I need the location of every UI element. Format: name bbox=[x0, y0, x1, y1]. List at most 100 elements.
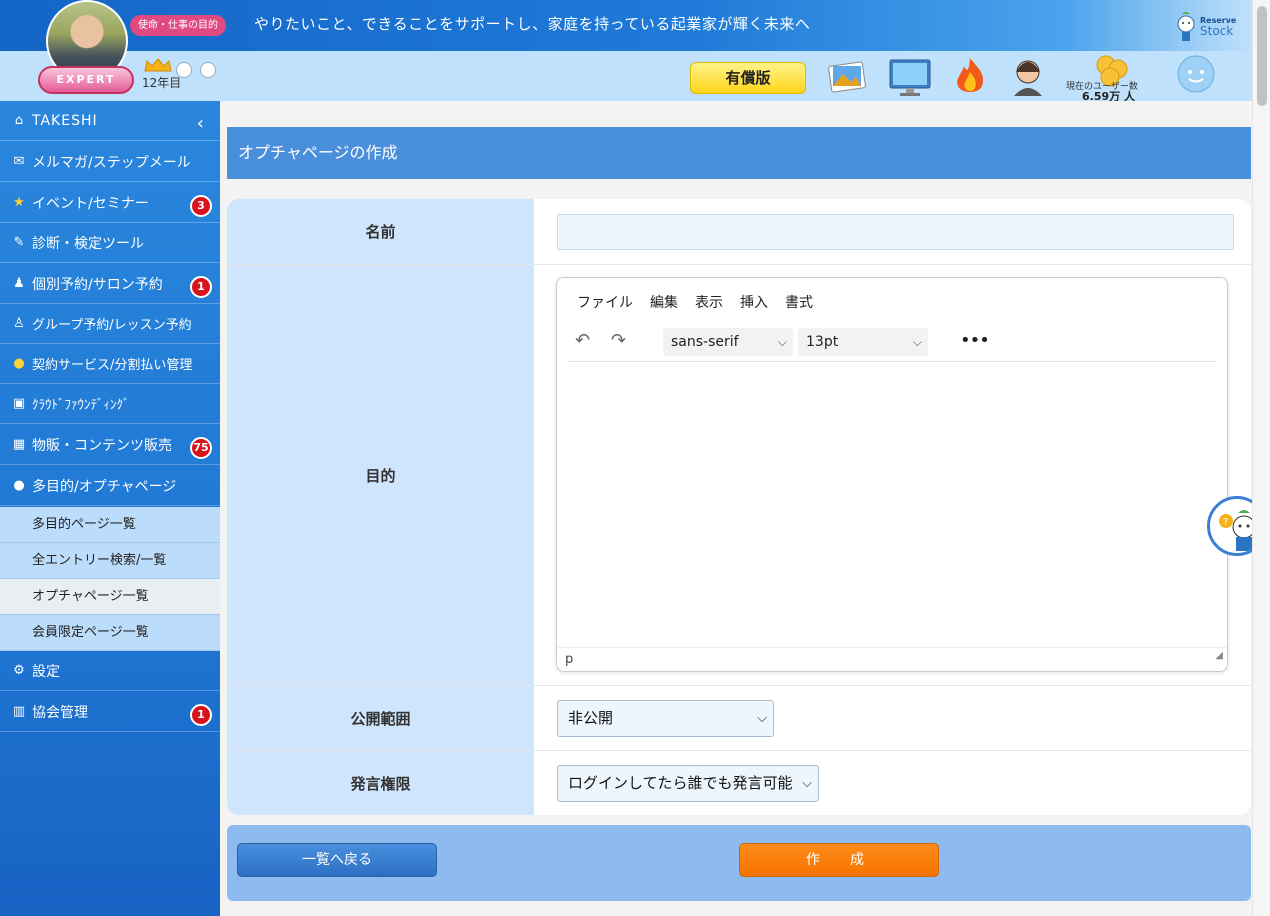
undo-icon[interactable]: ↶ bbox=[575, 330, 590, 351]
paid-version-button[interactable]: 有償版 bbox=[690, 62, 806, 94]
sidebar-item-group[interactable]: ♙ グループ予約/レッスン予約 bbox=[0, 304, 220, 344]
sidebar-item-label: グループ予約/レッスン予約 bbox=[32, 318, 192, 333]
sidebar-item-label: 多目的/オプチャページ bbox=[32, 478, 177, 495]
font-family-value: sans-serif bbox=[671, 334, 739, 350]
notification-badge: 1 bbox=[190, 704, 212, 726]
contract-icon: ● bbox=[13, 355, 25, 371]
menu-insert[interactable]: 挿入 bbox=[740, 292, 768, 312]
cart-icon: ▦ bbox=[12, 436, 26, 452]
chat-icon[interactable] bbox=[1174, 54, 1218, 96]
top-banner: 使命・仕事の目的 やりたいこと、できることをサポートし、家庭を持っている起業家が… bbox=[0, 0, 1252, 51]
person-icon: ♟ bbox=[13, 275, 25, 291]
gear-icon: ⚙ bbox=[13, 662, 25, 678]
redo-icon[interactable]: ↷ bbox=[611, 330, 626, 351]
page-scrollbar[interactable] bbox=[1252, 0, 1270, 916]
menu-view[interactable]: 表示 bbox=[695, 292, 723, 312]
sidebar: ⌂ TAKESHI ‹ ✉ メルマガ/ステップメール ★ イベント/セミナー 3… bbox=[0, 101, 220, 916]
subnav-entry-search[interactable]: 全エントリー検索/一覧 bbox=[0, 543, 220, 579]
rich-text-editor[interactable]: ファイル 編集 表示 挿入 書式 ↶ ↷ sans-serif ⌵ 13pt ⌵ bbox=[556, 277, 1228, 672]
chevron-down-icon: ⌵ bbox=[757, 711, 767, 726]
action-bar: 一覧へ戻る 作 成 bbox=[227, 825, 1251, 901]
form-row-purpose: 目的 ファイル 編集 表示 挿入 書式 ↶ ↷ sans-serif ⌵ 13p… bbox=[227, 265, 1251, 686]
editor-toolbar: ↶ ↷ sans-serif ⌵ 13pt ⌵ ••• bbox=[567, 326, 1217, 362]
permission-label: 発言権限 bbox=[227, 751, 534, 815]
sidebar-user[interactable]: ⌂ TAKESHI ‹ bbox=[0, 101, 220, 141]
sidebar-item-reservation[interactable]: ♟ 個別予約/サロン予約 1 bbox=[0, 264, 220, 304]
create-button[interactable]: 作 成 bbox=[739, 843, 939, 877]
svg-text:?: ? bbox=[1223, 517, 1228, 528]
visibility-value: 非公開 bbox=[568, 709, 614, 727]
sidebar-item-event[interactable]: ★ イベント/セミナー 3 bbox=[0, 183, 220, 223]
gallery-icon[interactable] bbox=[826, 56, 870, 98]
logo-tree-icon bbox=[1177, 12, 1195, 41]
sidebar-item-label: ｸﾗｳﾄﾞﾌｧｳﾝﾃﾞｨﾝｸﾞ bbox=[32, 398, 130, 413]
page-title: オプチャページの作成 bbox=[227, 127, 1251, 179]
crowdfunding-icon: ▣ bbox=[12, 395, 26, 411]
membership-years: 12年目 bbox=[142, 76, 182, 90]
mission-text: やりたいこと、できることをサポートし、家庭を持っている起業家が輝く未来へ bbox=[254, 15, 811, 33]
sidebar-item-multipurpose[interactable]: ● 多目的/オプチャページ bbox=[0, 466, 220, 506]
menu-file[interactable]: ファイル bbox=[577, 292, 633, 312]
notification-badge: 3 bbox=[190, 195, 212, 217]
editor-menubar: ファイル 編集 表示 挿入 書式 bbox=[577, 292, 813, 312]
main-content: オプチャページの作成 名前 目的 ファイル 編集 表示 挿入 書式 ↶ ↷ sa… bbox=[220, 101, 1252, 916]
sidebar-item-association[interactable]: ▥ 協会管理 1 bbox=[0, 692, 220, 732]
resize-handle-icon[interactable]: ◢ bbox=[1215, 644, 1223, 668]
chevron-down-icon: ⌵ bbox=[802, 776, 812, 791]
monitor-icon[interactable] bbox=[888, 56, 932, 98]
mascot-face-icon bbox=[200, 62, 216, 78]
more-options-icon[interactable]: ••• bbox=[960, 330, 990, 351]
collapse-sidebar-icon[interactable]: ‹ bbox=[197, 113, 204, 134]
sidebar-item-crowdfunding[interactable]: ▣ ｸﾗｳﾄﾞﾌｧｳﾝﾃﾞｨﾝｸﾞ bbox=[0, 384, 220, 424]
sidebar-item-sales[interactable]: ▦ 物販・コンテンツ販売 75 bbox=[0, 425, 220, 465]
scrollbar-thumb[interactable] bbox=[1257, 6, 1267, 106]
subnav-opcha-list[interactable]: オプチャページ一覧 bbox=[0, 579, 220, 615]
visibility-label: 公開範囲 bbox=[227, 686, 534, 750]
element-path[interactable]: p bbox=[565, 652, 573, 667]
create-form: 名前 目的 ファイル 編集 表示 挿入 書式 ↶ ↷ sans-serif ⌵ … bbox=[227, 199, 1251, 815]
form-row-name: 名前 bbox=[227, 199, 1251, 265]
sidebar-item-mail[interactable]: ✉ メルマガ/ステップメール bbox=[0, 142, 220, 182]
menu-edit[interactable]: 編集 bbox=[650, 292, 678, 312]
group-icon: ♙ bbox=[13, 315, 25, 331]
editor-statusbar: p ◢ bbox=[557, 647, 1227, 671]
building-icon: ▥ bbox=[12, 703, 26, 719]
permission-select[interactable]: ログインしてたら誰でも発言可能 ⌵ bbox=[557, 765, 819, 802]
sidebar-item-label: メルマガ/ステップメール bbox=[32, 154, 191, 171]
font-family-select[interactable]: sans-serif ⌵ bbox=[663, 328, 793, 356]
visibility-select[interactable]: 非公開 ⌵ bbox=[557, 700, 774, 737]
font-size-value: 13pt bbox=[806, 334, 839, 350]
fire-icon[interactable] bbox=[948, 56, 992, 98]
name-label: 名前 bbox=[227, 199, 534, 264]
sidebar-user-name: TAKESHI bbox=[32, 112, 98, 129]
font-size-select[interactable]: 13pt ⌵ bbox=[798, 328, 928, 356]
notification-badge: 1 bbox=[190, 276, 212, 298]
sidebar-item-label: 診断・検定ツール bbox=[32, 235, 144, 252]
logo-text-stock: Stock bbox=[1200, 24, 1234, 38]
purpose-label: 目的 bbox=[227, 265, 534, 685]
subnav-multipurpose-list[interactable]: 多目的ページ一覧 bbox=[0, 507, 220, 543]
home-icon: ⌂ bbox=[14, 112, 24, 128]
star-icon: ★ bbox=[13, 194, 25, 210]
menu-format[interactable]: 書式 bbox=[785, 292, 813, 312]
sidebar-item-label: 契約サービス/分割払い管理 bbox=[32, 358, 193, 373]
chevron-down-icon: ⌵ bbox=[912, 335, 922, 349]
support-operator-icon[interactable] bbox=[1006, 56, 1050, 98]
crown-icon bbox=[144, 58, 172, 72]
mail-icon: ✉ bbox=[13, 153, 25, 169]
form-row-permission: 発言権限 ログインしてたら誰でも発言可能 ⌵ bbox=[227, 751, 1251, 815]
notification-badge: 75 bbox=[190, 437, 212, 459]
mission-badge: 使命・仕事の目的 bbox=[130, 15, 226, 36]
reserve-stock-logo[interactable]: Reserve Stock bbox=[1174, 8, 1238, 44]
sidebar-item-diagnosis[interactable]: ✎ 診断・検定ツール bbox=[0, 223, 220, 263]
chevron-down-icon: ⌵ bbox=[777, 335, 787, 349]
subnav-members-only-list[interactable]: 会員限定ページ一覧 bbox=[0, 615, 220, 651]
name-input[interactable] bbox=[557, 214, 1234, 250]
sidebar-item-contract[interactable]: ● 契約サービス/分割払い管理 bbox=[0, 344, 220, 384]
sidebar-item-settings[interactable]: ⚙ 設定 bbox=[0, 651, 220, 691]
bubble-icon: ● bbox=[13, 477, 25, 493]
expert-rank-badge: EXPERT bbox=[38, 66, 134, 94]
form-row-visibility: 公開範囲 非公開 ⌵ bbox=[227, 686, 1251, 751]
permission-value: ログインしてたら誰でも発言可能 bbox=[568, 774, 793, 792]
back-to-list-button[interactable]: 一覧へ戻る bbox=[237, 843, 437, 877]
